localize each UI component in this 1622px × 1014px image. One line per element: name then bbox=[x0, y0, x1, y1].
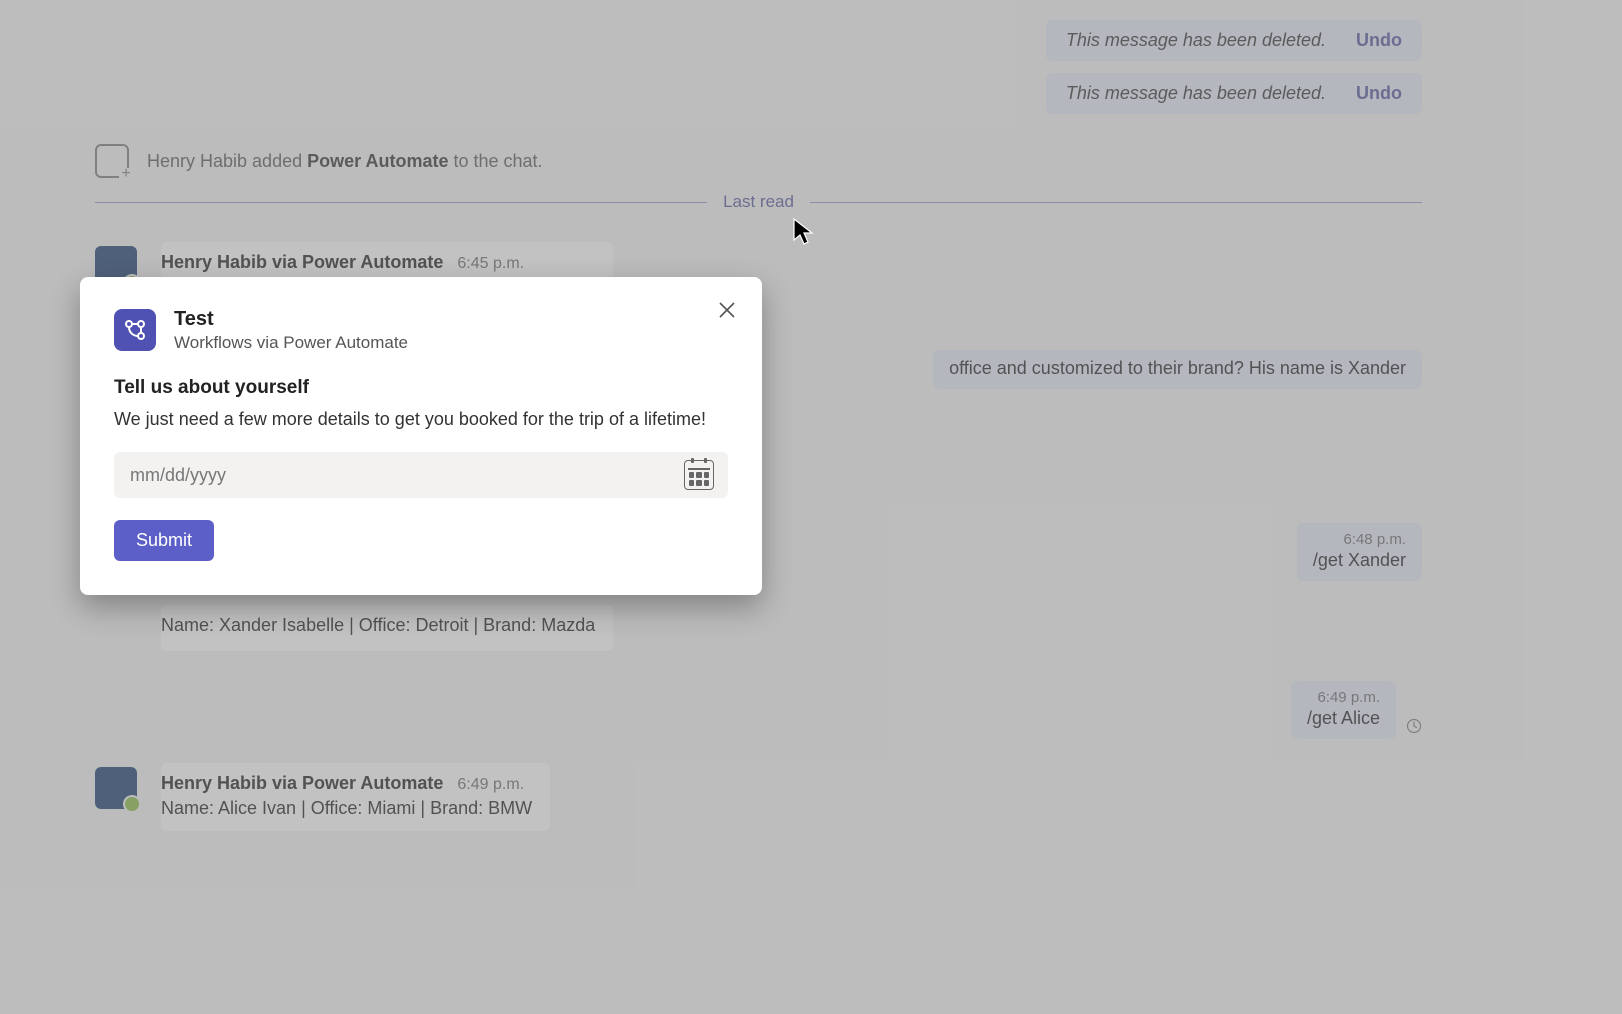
date-input[interactable] bbox=[128, 464, 684, 487]
card-description: We just need a few more details to get y… bbox=[114, 409, 728, 430]
modal-subtitle: Workflows via Power Automate bbox=[174, 333, 408, 353]
card-heading: Tell us about yourself bbox=[114, 377, 728, 399]
submit-button[interactable]: Submit bbox=[114, 520, 214, 561]
workflows-icon bbox=[114, 309, 156, 351]
date-input-field[interactable] bbox=[114, 452, 728, 498]
calendar-icon[interactable] bbox=[684, 460, 714, 490]
modal-title: Test bbox=[174, 307, 408, 331]
adaptive-card-modal: Test Workflows via Power Automate Tell u… bbox=[80, 277, 762, 595]
close-button[interactable] bbox=[712, 295, 742, 325]
modal-header: Test Workflows via Power Automate bbox=[114, 307, 728, 353]
